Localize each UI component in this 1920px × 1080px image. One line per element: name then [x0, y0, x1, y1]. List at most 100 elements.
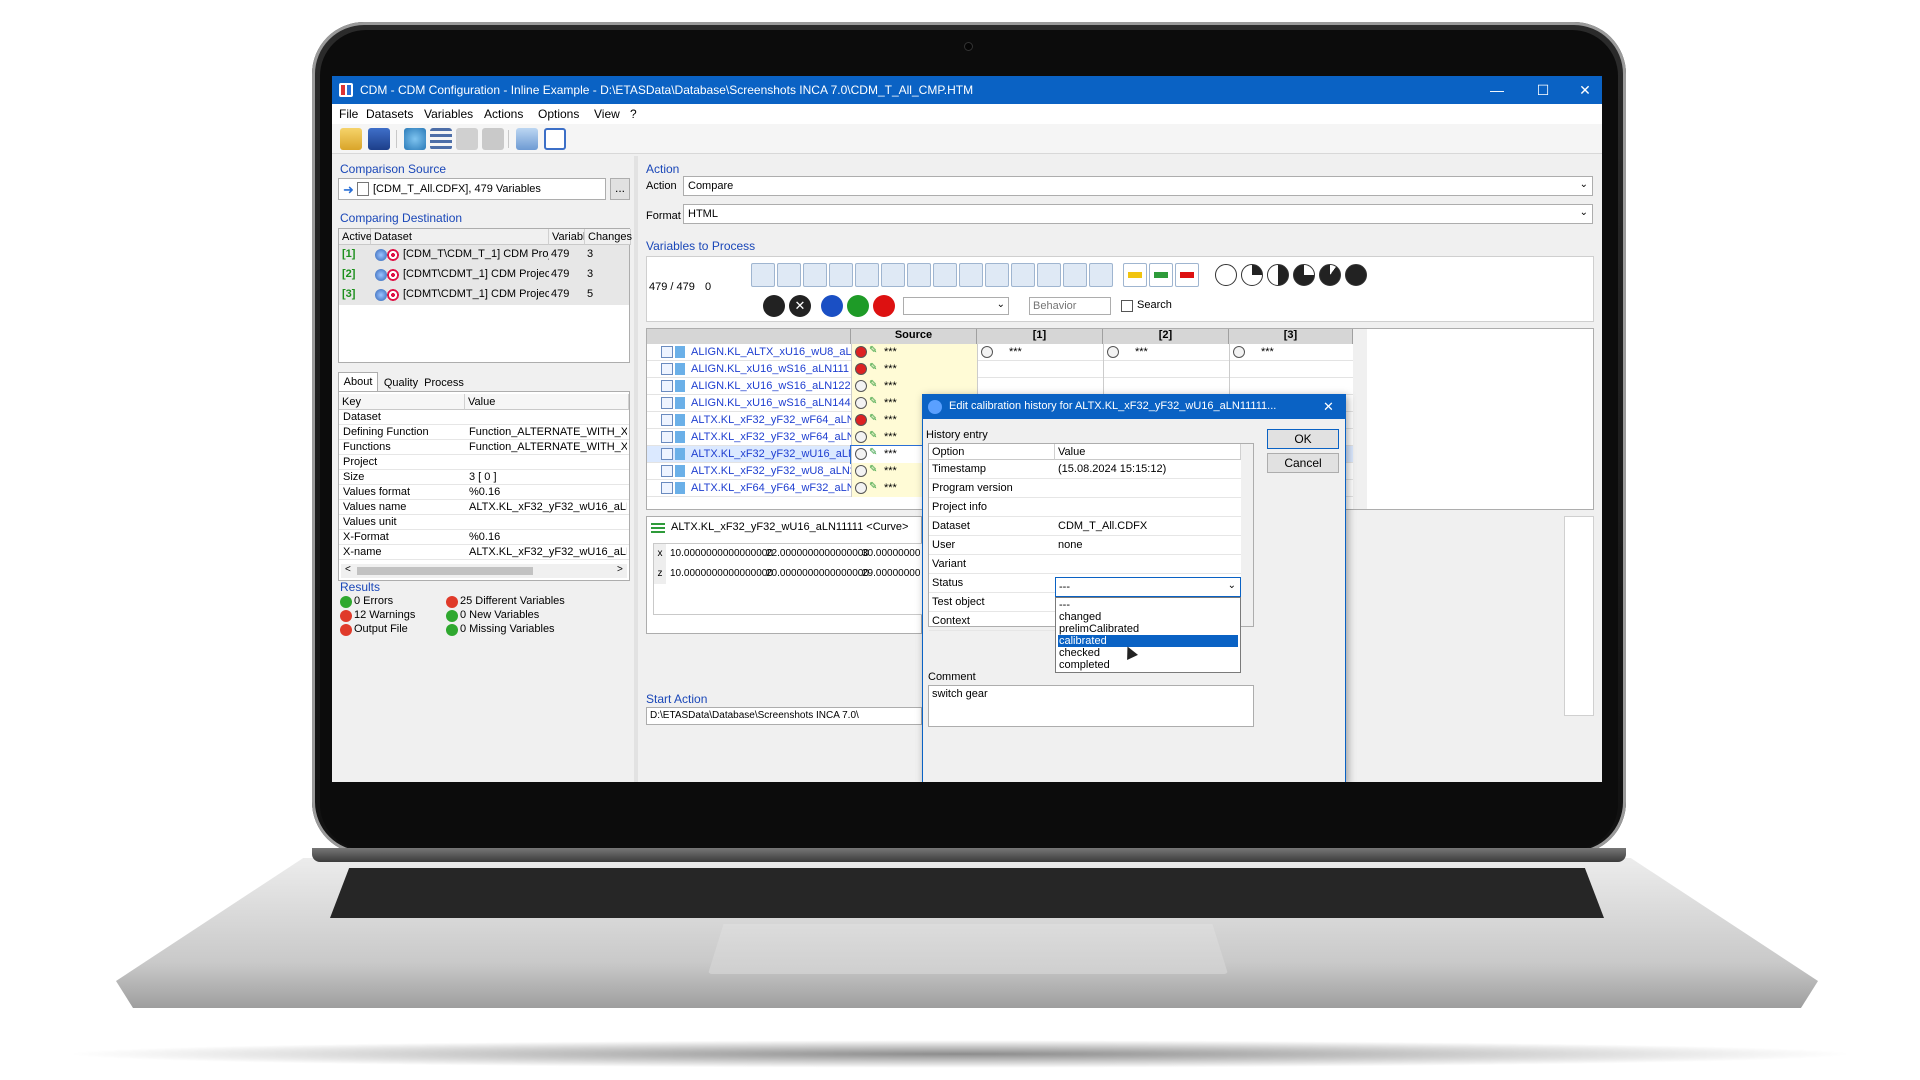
- table-row[interactable]: Project: [339, 455, 629, 470]
- table-row[interactable]: ALIGN.KL_xU16_wS16_aLN111 ✎ ***: [647, 361, 1353, 378]
- dest-header-dataset[interactable]: Dataset: [371, 229, 549, 245]
- globe-settings-icon[interactable]: [404, 128, 426, 150]
- axis-filter-icon[interactable]: [751, 263, 775, 287]
- dest-header-variables[interactable]: Variable: [549, 229, 585, 245]
- tab-process[interactable]: Process: [422, 374, 466, 392]
- dialog-title-bar[interactable]: Edit calibration history for ALTX.KL_xF3…: [923, 395, 1345, 419]
- curve-cell[interactable]: 22.0000000000000000: [766, 548, 869, 559]
- format-select[interactable]: HTML ⌄: [683, 204, 1593, 224]
- curve-cell[interactable]: 10.0000000000000000: [670, 568, 773, 579]
- status-option[interactable]: completed: [1058, 659, 1238, 671]
- about-header-value[interactable]: Value: [465, 394, 629, 410]
- table-row[interactable]: X-Format %0.16: [339, 530, 629, 545]
- table-row[interactable]: Program version: [929, 479, 1241, 498]
- col-dataset-3[interactable]: [3]: [1229, 329, 1353, 344]
- grid-vertical-scrollbar[interactable]: [1353, 329, 1367, 509]
- red-filter-icon[interactable]: [873, 295, 895, 317]
- table-row[interactable]: X-name ALTX.KL_xF32_yF32_wU16_aLN11111/: [339, 545, 629, 560]
- start-action-field[interactable]: D:\ETASData\Database\Screenshots INCA 7.…: [646, 707, 922, 725]
- browse-button[interactable]: ...: [610, 178, 630, 200]
- almost-full-circle-filter-icon[interactable]: [1319, 264, 1341, 286]
- result-different[interactable]: 25 Different Variables: [460, 595, 565, 607]
- table-row[interactable]: [2] [CDMT\CDMT_1] CDM Project\Da 479 3: [339, 265, 629, 285]
- question-filter-icon[interactable]: [1123, 263, 1147, 287]
- behavior-input[interactable]: [1029, 297, 1111, 315]
- equal-filter-icon[interactable]: [1149, 263, 1173, 287]
- status-option[interactable]: checked: [1058, 647, 1238, 659]
- menu-datasets[interactable]: Datasets: [366, 107, 413, 121]
- status-option[interactable]: changed: [1058, 611, 1238, 623]
- save-icon[interactable]: [368, 128, 390, 150]
- menu-view[interactable]: View: [594, 107, 620, 121]
- curve-cell[interactable]: 30.00000000: [862, 548, 922, 559]
- menu-file[interactable]: File: [339, 107, 358, 121]
- table-row[interactable]: User none: [929, 536, 1241, 555]
- menu-options[interactable]: Options: [538, 107, 579, 121]
- category-select[interactable]: ⌄: [903, 297, 1009, 315]
- col-source[interactable]: Source: [851, 329, 977, 344]
- scroll-thumb[interactable]: [357, 567, 533, 575]
- table-row[interactable]: Values name ALTX.KL_xF32_yF32_wU16_aLN111…: [339, 500, 629, 515]
- cancel-button[interactable]: Cancel: [1267, 453, 1339, 473]
- history-header-value[interactable]: Value: [1055, 444, 1241, 460]
- comment-field[interactable]: switch gear: [928, 685, 1254, 727]
- result-missing[interactable]: 0 Missing Variables: [460, 623, 555, 635]
- exclude-filter-icon[interactable]: ✕: [789, 295, 811, 317]
- status-option[interactable]: ---: [1058, 599, 1238, 611]
- line-chart-filter-icon[interactable]: [933, 263, 957, 287]
- history-header-option[interactable]: Option: [929, 444, 1055, 460]
- structure-filter-icon[interactable]: [1089, 263, 1113, 287]
- about-header-key[interactable]: Key: [339, 394, 465, 410]
- table-row[interactable]: Values format %0.16: [339, 485, 629, 500]
- table-row[interactable]: Variant: [929, 555, 1241, 574]
- result-errors[interactable]: 0 Errors: [354, 595, 393, 607]
- col-dataset-2[interactable]: [2]: [1103, 329, 1229, 344]
- curve-cell[interactable]: 10.0000000000000000: [670, 548, 773, 559]
- add-filter-icon[interactable]: [1011, 263, 1035, 287]
- table-row[interactable]: Values unit: [339, 515, 629, 530]
- scroll-right-icon[interactable]: >: [617, 564, 623, 575]
- table-row[interactable]: Functions Function_ALTERNATE_WITH_X (GF02…: [339, 440, 629, 455]
- history-vertical-scrollbar[interactable]: [1241, 444, 1253, 626]
- table-row[interactable]: ALIGN.KL_ALTX_xU16_wU8_aLN144 ✎ *** *** *** *…: [647, 344, 1353, 361]
- quarter-circle-filter-icon[interactable]: [1241, 264, 1263, 286]
- list-icon[interactable]: [430, 128, 452, 150]
- table-row[interactable]: Size 3 [ 0 ]: [339, 470, 629, 485]
- fixed-curve-filter-icon[interactable]: [881, 263, 905, 287]
- search-checkbox[interactable]: [1121, 300, 1133, 312]
- dest-header-changes[interactable]: Changes: [585, 229, 632, 245]
- source-field[interactable]: ➜ [CDM_T_All.CDFX], 479 Variables: [338, 178, 606, 200]
- open-folder-icon[interactable]: [340, 128, 362, 150]
- tab-quality[interactable]: Quality: [380, 374, 422, 392]
- blue-filter-icon[interactable]: [821, 295, 843, 317]
- status-select[interactable]: --- ⌄: [1055, 577, 1241, 597]
- full-circle-filter-icon[interactable]: [1345, 264, 1367, 286]
- curve-cell[interactable]: 29.00000000: [862, 568, 922, 579]
- table-row[interactable]: Dataset CDM_T_All.CDFX: [929, 517, 1241, 536]
- menu-actions[interactable]: Actions: [484, 107, 523, 121]
- table-row[interactable]: [3] [CDMT\CDMT_1] CDM Project\Da 479 5: [339, 285, 629, 305]
- menu-variables[interactable]: Variables: [424, 107, 473, 121]
- title-bar[interactable]: CDM - CDM Configuration - Inline Example…: [332, 76, 1602, 104]
- maximize-button[interactable]: ☐: [1528, 80, 1558, 100]
- black-filter-icon[interactable]: [763, 295, 785, 317]
- scroll-left-icon[interactable]: <: [345, 564, 351, 575]
- not-equal-filter-icon[interactable]: [1175, 263, 1199, 287]
- close-button[interactable]: ✕: [1570, 80, 1600, 100]
- table-row[interactable]: [1] [CDM_T\CDM_T_1] CDM Project\[ 479 3: [339, 245, 629, 265]
- curve-cell[interactable]: 20.0000000000000000: [766, 568, 869, 579]
- action-select[interactable]: Compare ⌄: [683, 176, 1593, 196]
- result-new[interactable]: 0 New Variables: [460, 609, 539, 621]
- pane-splitter[interactable]: [634, 156, 638, 782]
- status-option[interactable]: calibrated: [1058, 635, 1238, 647]
- table-row[interactable]: Timestamp (15.08.2024 15:15:12): [929, 460, 1241, 479]
- green-filter-icon[interactable]: [847, 295, 869, 317]
- tab-about[interactable]: About: [338, 372, 378, 392]
- checklist-icon[interactable]: [544, 128, 566, 150]
- number-filter-icon[interactable]: [1037, 263, 1061, 287]
- result-output-file[interactable]: Output File: [354, 623, 408, 635]
- dialog-close-button[interactable]: ✕: [1323, 399, 1334, 415]
- settings-filter-icon[interactable]: [1063, 263, 1087, 287]
- copy-icon[interactable]: [516, 128, 538, 150]
- half-circle-filter-icon[interactable]: [1267, 264, 1289, 286]
